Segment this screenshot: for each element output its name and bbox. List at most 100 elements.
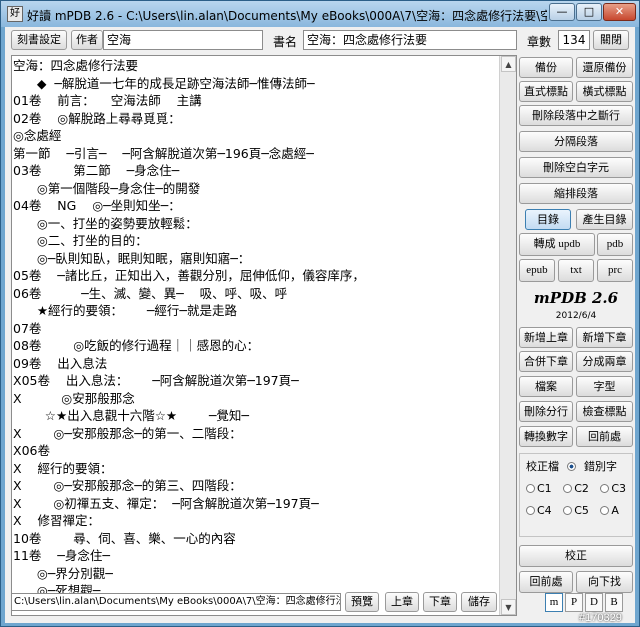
a-label: A — [611, 504, 619, 517]
author-field[interactable]: 空海 — [103, 30, 263, 50]
merge-down-button[interactable]: 合併下章 — [519, 351, 573, 372]
mode-d-toggle[interactable]: D — [585, 593, 603, 612]
editor-line: ★經行的要領： ─經行─就是走路 — [13, 303, 237, 318]
convert-digits-button[interactable]: 轉換數字 — [519, 426, 573, 447]
status-path: C:\Users\lin.alan\Documents\My eBooks\00… — [11, 593, 341, 611]
editor-line: X ◎安那般那念 — [13, 390, 135, 406]
editor-line: 08卷 ◎吃飯的修行過程｜｜感恩的心： — [13, 338, 260, 353]
radio-a-icon[interactable] — [600, 506, 610, 515]
radio-c5-icon[interactable] — [563, 506, 573, 515]
brand-date: 2012/6/4 — [555, 311, 597, 321]
editor-line: ◎─界分別觀─ — [13, 565, 113, 581]
editor-line: 03卷 第二節 ─身念住─ — [13, 163, 180, 178]
book-title-field[interactable]: 空海：四念處修行法要 — [303, 30, 517, 50]
editor-line: 05卷 ─諸比丘，正知出入，善觀分別，屈伸低仰，儀容庠序， — [13, 268, 365, 283]
split-chapter-button[interactable]: 分成兩章 — [576, 351, 633, 372]
proof-label: 校正檔 — [526, 460, 559, 473]
editor-line: ◆ ─解脫道一七年的成長足跡空海法師─惟傳法師─ — [13, 75, 315, 91]
editor-line: 空海：四念處修行法要 — [13, 58, 139, 73]
epub-button[interactable]: epub — [519, 259, 555, 282]
author-label: 作者 — [71, 30, 103, 50]
reflow-button[interactable]: 縮排段落 — [519, 183, 633, 204]
prc-button[interactable]: prc — [597, 259, 633, 282]
generate-toc-button[interactable]: 產生目錄 — [576, 209, 633, 230]
preview-button[interactable]: 預覽 — [345, 592, 379, 612]
editor-line: ◎第一個階段─身念住─的開發 — [13, 180, 201, 196]
vertical-scrollbar[interactable]: ▲ ▼ — [499, 56, 516, 615]
editor-line: ◎─臥則知臥，眠則知眠，寤則知寤─： — [13, 250, 251, 266]
proofread-button[interactable]: 校正 — [519, 545, 633, 567]
radio-c3-icon[interactable] — [600, 484, 610, 493]
side-panel: 備份 還原備份 直式標點 橫式標點 刪除段落中之斷行 分隔段落 刪除空白字元 縮… — [519, 55, 633, 623]
proof-options-group: 校正檔 錯別字 C1 C2 C3 C4 C5 A — [519, 453, 633, 537]
font-button[interactable]: 字型 — [576, 376, 633, 397]
editor-line: X ◎初禪五支、禪定： ─阿含解脫道次第─197頁─ — [13, 495, 319, 511]
check-punct-button[interactable]: 檢查標點 — [576, 401, 633, 422]
horizontal-punct-button[interactable]: 橫式標點 — [576, 81, 633, 102]
scroll-up-icon[interactable]: ▲ — [501, 56, 516, 72]
editor-line: X 經行的要領： — [13, 460, 113, 476]
c2-label: C2 — [574, 482, 589, 495]
proof-radio[interactable]: 校正檔 錯別字 — [526, 458, 617, 474]
editor-line: 10卷 尋、伺、喜、樂、一心的內容 — [13, 530, 236, 546]
chapter-count-field[interactable]: 134 — [558, 30, 590, 50]
split-paragraph-button[interactable]: 分隔段落 — [519, 131, 633, 152]
c5-label: C5 — [574, 504, 589, 517]
text-editor[interactable]: 空海：四念處修行法要 ◆ ─解脫道一七年的成長足跡空海法師─惟傳法師─ 01卷 前… — [11, 55, 517, 616]
remove-blank-button[interactable]: 刪除空白字元 — [519, 157, 633, 178]
mode-m-toggle[interactable]: m — [545, 593, 563, 612]
c-radio-row-2: C4 C5 A — [526, 504, 619, 517]
c1-label: C1 — [537, 482, 552, 495]
window-title: 好讀 mPDB 2.6 - C:\Users\lin.alan\Document… — [27, 9, 547, 23]
add-chapter-down-button[interactable]: 新增下章 — [576, 327, 633, 348]
radio-c1-icon[interactable] — [526, 484, 535, 493]
editor-line: 第一節 ─引言─ ─阿含解脫道次第─196頁─念處經─ — [13, 145, 314, 161]
convert-updb-button[interactable]: 轉成 updb — [519, 233, 595, 256]
app-window: 好 好讀 mPDB 2.6 - C:\Users\lin.alan\Docume… — [0, 0, 640, 627]
editor-line: 07卷 — [13, 320, 42, 336]
file-button[interactable]: 檔案 — [519, 376, 573, 397]
maximize-button[interactable]: □ — [576, 3, 602, 21]
editor-line: ☆★出入息觀十六階☆★ ─覺知─ — [13, 408, 249, 423]
editor-line: X 修習禪定： — [13, 513, 100, 528]
radio-c4-icon[interactable] — [526, 506, 535, 515]
close-window-button[interactable]: ✕ — [603, 3, 636, 21]
editor-line: X05卷 出入息法： ─阿含解脫道次第─197頁─ — [13, 373, 299, 388]
toc-button[interactable]: 目錄 — [525, 209, 571, 230]
editor-line: 01卷 前言： 空海法師 主講 — [13, 93, 202, 108]
add-chapter-up-button[interactable]: 新增上章 — [519, 327, 573, 348]
delete-line-button[interactable]: 刪除分行 — [519, 401, 573, 422]
app-icon: 好 — [7, 6, 23, 22]
radio-c2-icon[interactable] — [563, 484, 573, 493]
mode-p-toggle[interactable]: P — [565, 593, 583, 612]
txt-button[interactable]: txt — [558, 259, 594, 282]
close-button[interactable]: 關閉 — [593, 30, 629, 50]
editor-line: 09卷 出入息法 — [13, 355, 108, 371]
c-radio-row-1: C1 C2 C3 — [526, 482, 626, 495]
restore-backup-button[interactable]: 還原備份 — [576, 57, 633, 78]
next-chapter-button[interactable]: 下章 — [423, 592, 457, 612]
backup-button[interactable]: 備份 — [519, 57, 573, 78]
minimize-button[interactable]: — — [549, 3, 575, 21]
watermark-id: #170329 — [579, 612, 622, 624]
vertical-punct-button[interactable]: 直式標點 — [519, 81, 573, 102]
editor-line: X ◎─安那般那念─的第一、二階段： — [13, 425, 242, 441]
radio-proof-icon[interactable] — [566, 462, 576, 471]
book-settings-button[interactable]: 刻書設定 — [11, 30, 67, 50]
back-button[interactable]: 回前處 — [576, 426, 633, 447]
editor-content[interactable]: 空海：四念處修行法要 ◆ ─解脫道一七年的成長足跡空海法師─惟傳法師─ 01卷 前… — [13, 57, 500, 614]
prev-chapter-button[interactable]: 上章 — [385, 592, 419, 612]
remove-para-break-button[interactable]: 刪除段落中之斷行 — [519, 105, 633, 126]
title-bar[interactable]: 好 好讀 mPDB 2.6 - C:\Users\lin.alan\Docume… — [1, 1, 639, 27]
editor-line: 02卷 ◎解脫路上尋尋覓覓： — [13, 110, 181, 126]
editor-line: ◎一、打坐的姿勢要放輕鬆： — [13, 215, 198, 231]
save-button[interactable]: 儲存 — [461, 592, 497, 612]
pdb-button[interactable]: pdb — [597, 233, 633, 256]
title-label: 書名 — [273, 35, 298, 49]
editor-line: X ◎─安那般那念─的第三、四階段： — [13, 478, 242, 493]
bottom-bar: C:\Users\lin.alan\Documents\My eBooks\00… — [5, 589, 635, 619]
typo-label: 錯別字 — [584, 460, 617, 473]
editor-line: 06卷 ─生、滅、變、異─ 吸、呼、吸、呼 — [13, 285, 288, 301]
editor-line: ◎念處經 — [13, 128, 62, 143]
mode-b-toggle[interactable]: B — [605, 593, 623, 612]
